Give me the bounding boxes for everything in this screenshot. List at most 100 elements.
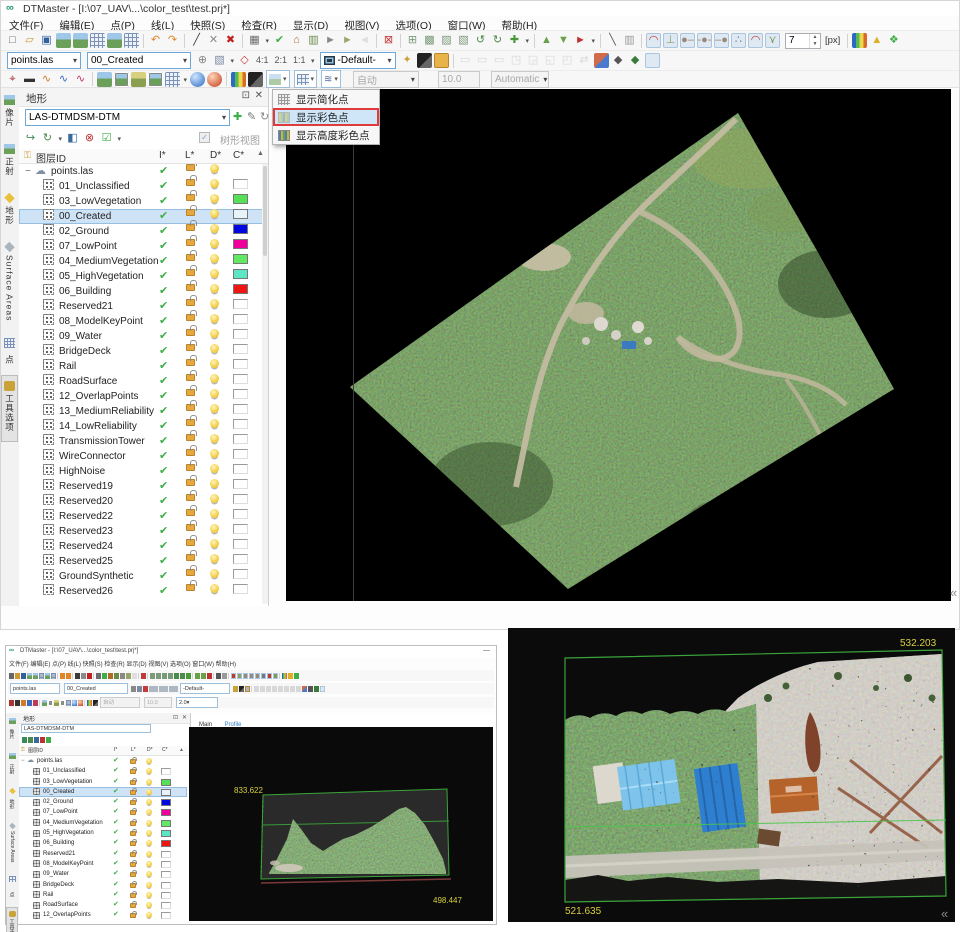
image-dsm[interactable] (131, 72, 146, 87)
locate-tool-icon[interactable]: ⌖ (5, 72, 20, 87)
select-mode-menu-icon[interactable]: ▧▾ (212, 53, 227, 68)
layer-row-05_HighVegetation[interactable]: 05_HighVegetation✔ (19, 269, 263, 284)
house-tool-icon[interactable]: ⌂ (289, 33, 304, 48)
layer-row-01_Unclassified[interactable]: 01_Unclassified✔ (19, 179, 263, 194)
plant-raise-icon[interactable]: ▲ (539, 33, 554, 48)
delete-vertex-icon[interactable]: ✕ (206, 33, 221, 48)
rotate-left-icon[interactable]: ↺ (473, 33, 488, 48)
edit-surface-icon[interactable]: ✎ (247, 110, 256, 123)
layer-row-TransmissionTower[interactable]: TransmissionTower✔ (19, 434, 263, 449)
spin-down-icon[interactable]: ▼ (810, 41, 820, 48)
menu-item-显示高度彩色点[interactable]: 显示高度彩色点 (273, 126, 379, 144)
sidebar-tab-工具选项[interactable]: 工具选项 (1, 375, 18, 442)
refresh-menu-icon[interactable]: ↻▾ (40, 131, 55, 146)
image-frame[interactable] (114, 72, 129, 87)
slope-tool-icon[interactable]: ╲ (605, 33, 620, 48)
noise-points-tool-icon[interactable]: ∴ (731, 33, 746, 48)
layer-row-Reserved24[interactable]: Reserved24✔ (19, 539, 263, 554)
shade-view[interactable] (248, 72, 263, 87)
layer-row-12_OverlapPoints[interactable]: 12_OverlapPoints✔ (19, 389, 263, 404)
warning-tool-icon[interactable]: ▲ (869, 33, 884, 48)
contour-display-combo[interactable]: ≋▾ (321, 70, 341, 88)
redo-icon[interactable]: ↷ (165, 33, 180, 48)
image-import[interactable] (56, 33, 71, 48)
scroll-up-icon[interactable]: ▲ (257, 150, 264, 157)
sidebar-tab-像片[interactable]: 像片 (1, 89, 18, 137)
image-view[interactable] (97, 72, 112, 87)
layer-row-Reserved22[interactable]: Reserved22✔ (19, 509, 263, 524)
menu-item-显示彩色点[interactable]: 显示彩色点 (273, 108, 379, 126)
file-combo[interactable]: points.las▾ (7, 52, 81, 69)
layer-row-04_MediumVegetation[interactable]: 04_MediumVegetation✔ (19, 254, 263, 269)
path-blue-icon[interactable]: ∿ (56, 72, 71, 87)
active-layer-combo[interactable]: 00_Created▾ (87, 52, 191, 69)
sphere-orange[interactable] (207, 72, 222, 87)
spinner-arrows[interactable]: ▲▼ (809, 34, 820, 48)
flag-menu-icon[interactable]: ►▾ (573, 33, 588, 48)
layer-row-HighNoise[interactable]: HighNoise✔ (19, 464, 263, 479)
draw-polyline-icon[interactable]: ╱ (189, 33, 204, 48)
layer-row-07_LowPoint[interactable]: 07_LowPoint✔ (19, 239, 263, 254)
rotate-right-icon[interactable]: ↻ (490, 33, 505, 48)
tree-root-row[interactable]: −☁points.las✔ (19, 164, 263, 179)
zoom-1-1-icon[interactable]: 1:1▾ (291, 53, 308, 68)
layer-row-08_ModelKeyPoint[interactable]: 08_ModelKeyPoint✔ (19, 314, 263, 329)
slope-sample-icon[interactable]: ▬ (22, 72, 37, 87)
polygon-select-icon[interactable]: ◇ (237, 53, 252, 68)
export-layer-icon[interactable]: ↪ (23, 131, 38, 146)
grid-display-combo[interactable]: ▾ (294, 70, 318, 88)
snap-curve-icon[interactable]: ◠ (646, 33, 661, 48)
layer-row-02_Ground[interactable]: 02_Ground✔ (19, 224, 263, 239)
image-frame-2[interactable] (148, 72, 163, 87)
sidebar-tab-正射[interactable]: 正射 (1, 138, 18, 186)
surface-combo[interactable]: LAS-DTMDSM-DTM▾ (25, 109, 230, 126)
plant-lower-icon[interactable]: ▼ (556, 33, 571, 48)
layer-row-00_Created[interactable]: 00_Created✔ (19, 209, 263, 224)
user-key-tool-icon[interactable]: ✦ (400, 53, 415, 68)
layer-row-Reserved26[interactable]: Reserved26✔ (19, 584, 263, 599)
sidebar-tab-地形[interactable]: 地形 (1, 187, 18, 235)
filter-delete-icon[interactable]: ⊗ (82, 131, 97, 146)
image-toggle[interactable] (645, 53, 660, 68)
check-menu-icon[interactable]: ☑▾ (99, 131, 114, 146)
vegetation-menu-icon[interactable]: ✚▾ (507, 33, 522, 48)
layer-row-RoadSurface[interactable]: RoadSurface✔ (19, 374, 263, 389)
layer-row-Reserved19[interactable]: Reserved19✔ (19, 479, 263, 494)
lock-tool[interactable] (434, 53, 449, 68)
path-orange-icon[interactable]: ∿ (39, 72, 54, 87)
point-grid-menu-icon[interactable]: ▦▾ (247, 33, 262, 48)
pan-tool-icon[interactable]: ⊕ (195, 53, 210, 68)
spin-up-icon[interactable]: ▲ (810, 34, 820, 41)
segment-end-icon[interactable]: –● (714, 33, 729, 48)
delete-object-icon[interactable]: ✖ (223, 33, 238, 48)
confirm-tool-icon[interactable]: ✔ (272, 33, 287, 48)
pin-green-icon[interactable]: ◆ (628, 53, 643, 68)
layer-row-09_Water[interactable]: 09_Water✔ (19, 329, 263, 344)
snap-node-icon[interactable]: ⊥ (663, 33, 678, 48)
layer-row-Reserved25[interactable]: Reserved25✔ (19, 554, 263, 569)
save-file-icon[interactable]: ▣ (39, 33, 54, 48)
layer-row-Reserved20[interactable]: Reserved20✔ (19, 494, 263, 509)
float-panel-icon[interactable]: ⊡ (242, 90, 250, 101)
layer-row-BridgeDeck[interactable]: BridgeDeck✔ (19, 344, 263, 359)
fence-tool-icon[interactable]: ▥ (306, 33, 321, 48)
tag-move-tool-icon[interactable]: ► (340, 33, 355, 48)
layer-row-GroundSynthetic[interactable]: GroundSynthetic✔ (19, 569, 263, 584)
height-colormap[interactable] (231, 72, 246, 87)
open-folder-icon[interactable]: ▱ (22, 33, 37, 48)
tree-view-checkbox[interactable]: ✓ (199, 132, 210, 143)
sidebar-tab-Surface Areas[interactable]: Surface Areas (1, 236, 18, 331)
grid-sparse-icon[interactable]: ▨ (439, 33, 454, 48)
filter-edit-icon[interactable]: ◧ (65, 131, 80, 146)
zoom-4-1-icon[interactable]: 4:1 (254, 53, 271, 68)
pin-dark-icon[interactable]: ◆ (611, 53, 626, 68)
delete-points-icon[interactable]: ⊠ (381, 33, 396, 48)
layer-row-Rail[interactable]: Rail✔ (19, 359, 263, 374)
undo-icon[interactable]: ↶ (148, 33, 163, 48)
refresh-surface-icon[interactable]: ↻ (260, 110, 269, 123)
sphere-blue[interactable] (190, 72, 205, 87)
layer-row-WireConnector[interactable]: WireConnector✔ (19, 449, 263, 464)
display-profile-combo[interactable]: -Default-▾ (320, 52, 396, 69)
new-file-icon[interactable]: □ (5, 33, 20, 48)
image-table[interactable] (124, 33, 139, 48)
